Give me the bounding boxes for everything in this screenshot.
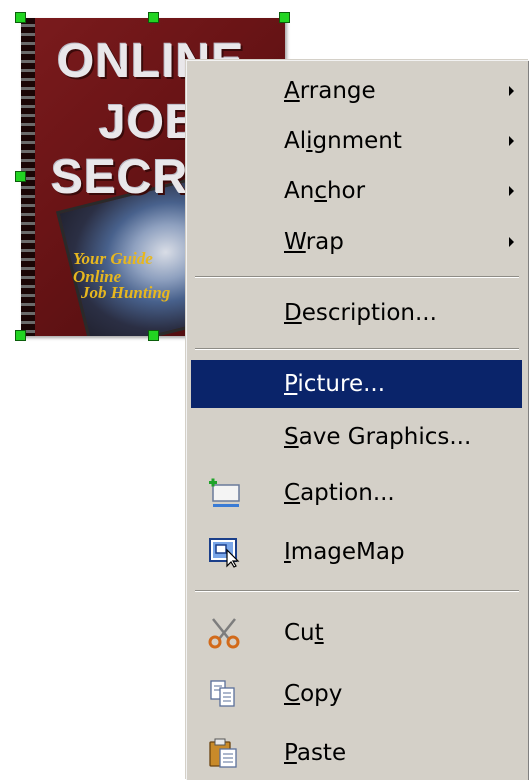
menu-item-picture[interactable]: Picture... bbox=[191, 360, 522, 408]
menu-item-label: Description... bbox=[284, 300, 437, 326]
menu-item-label: Arrange bbox=[284, 78, 376, 104]
menu-item-paste[interactable]: Paste bbox=[191, 729, 522, 777]
insert-caption-icon bbox=[209, 478, 240, 507]
menu-item-label: ImageMap bbox=[284, 539, 405, 565]
resize-handle-bottom-left[interactable] bbox=[15, 330, 26, 341]
menu-item-cut[interactable]: Cut bbox=[191, 609, 522, 657]
scissors-icon bbox=[208, 618, 240, 649]
menu-item-label: Anchor bbox=[284, 178, 366, 204]
copy-icon bbox=[210, 680, 235, 707]
paste-icon bbox=[209, 738, 237, 768]
menu-item-label: Alignment bbox=[284, 128, 402, 154]
menu-item-description[interactable]: Description... bbox=[191, 289, 522, 337]
cover-title-line-3: SECR bbox=[51, 151, 189, 204]
menu-item-wrap[interactable]: Wrap bbox=[191, 218, 522, 266]
menu-separator bbox=[195, 276, 519, 278]
submenu-arrow-icon bbox=[509, 86, 514, 96]
cover-tagline-1: Your Guide bbox=[73, 249, 153, 268]
context-menu: Arrange Alignment Anchor Wrap Descriptio… bbox=[186, 60, 529, 780]
imagemap-icon bbox=[209, 538, 240, 568]
menu-item-arrange[interactable]: Arrange bbox=[191, 67, 522, 115]
menu-separator bbox=[195, 590, 519, 592]
menu-item-copy[interactable]: Copy bbox=[191, 670, 522, 718]
menu-item-save-graphics[interactable]: Save Graphics... bbox=[191, 413, 522, 461]
menu-item-label: Save Graphics... bbox=[284, 424, 472, 450]
menu-item-label: Cut bbox=[284, 620, 324, 646]
menu-separator bbox=[195, 348, 519, 350]
menu-item-label: Caption... bbox=[284, 480, 395, 506]
menu-item-alignment[interactable]: Alignment bbox=[191, 117, 522, 165]
resize-handle-left[interactable] bbox=[15, 171, 26, 182]
menu-item-caption[interactable]: Caption... bbox=[191, 469, 522, 517]
resize-handle-top[interactable] bbox=[148, 12, 159, 23]
menu-item-label: Picture... bbox=[284, 371, 386, 397]
cover-tagline-3: Job Hunting bbox=[81, 283, 171, 302]
submenu-arrow-icon bbox=[509, 237, 514, 247]
menu-item-anchor[interactable]: Anchor bbox=[191, 167, 522, 215]
resize-handle-top-right[interactable] bbox=[279, 12, 290, 23]
submenu-arrow-icon bbox=[509, 136, 514, 146]
menu-item-label: Wrap bbox=[284, 229, 344, 255]
menu-item-imagemap[interactable]: ImageMap bbox=[191, 528, 522, 576]
resize-handle-bottom[interactable] bbox=[148, 330, 159, 341]
resize-handle-top-left[interactable] bbox=[15, 12, 26, 23]
menu-item-label: Copy bbox=[284, 681, 343, 707]
menu-item-label: Paste bbox=[284, 740, 347, 766]
submenu-arrow-icon bbox=[509, 186, 514, 196]
